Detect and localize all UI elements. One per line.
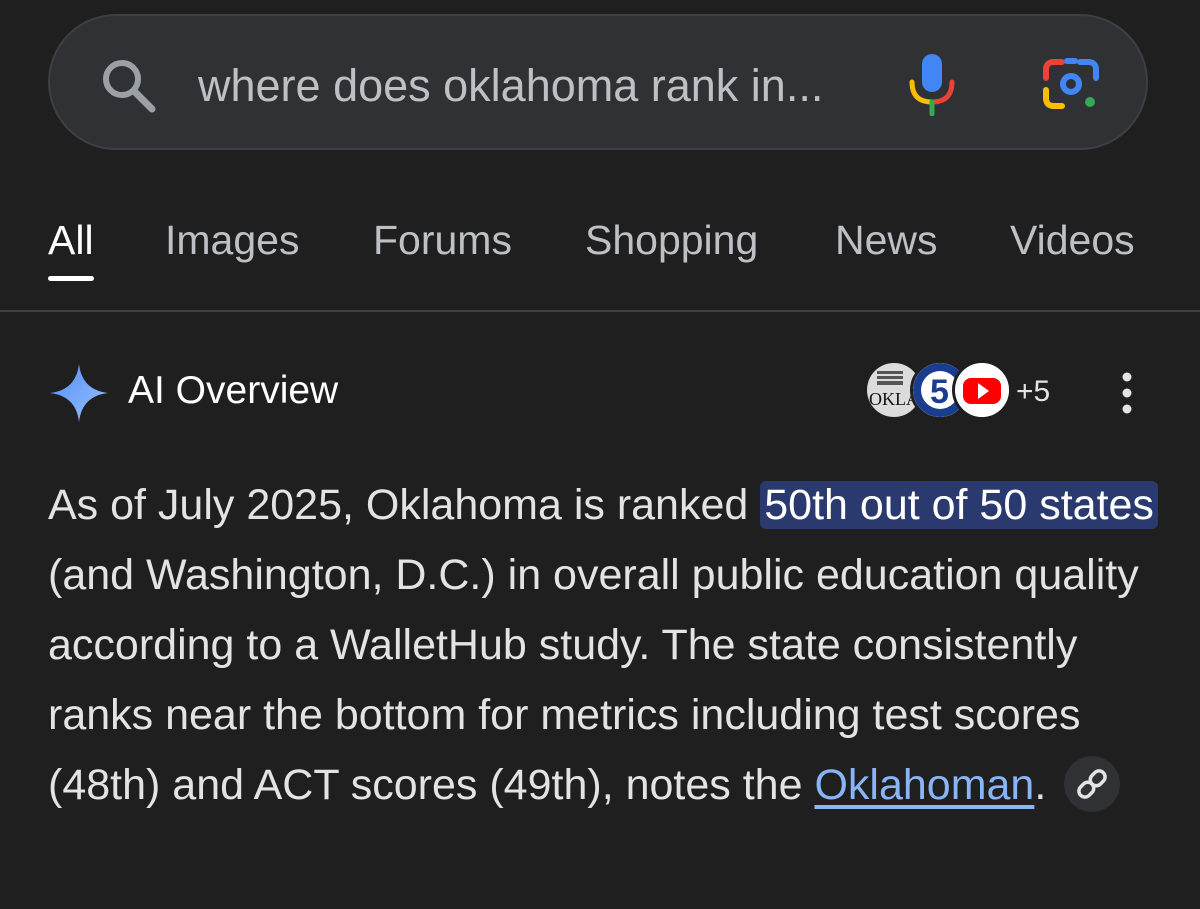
youtube-icon [955, 363, 1009, 417]
tab-news[interactable]: News [835, 214, 938, 266]
search-input[interactable]: where does oklahoma rank in... [198, 56, 823, 116]
more-options-icon[interactable] [1112, 370, 1142, 416]
svg-text:5: 5 [930, 373, 949, 411]
google-lens-icon[interactable] [1040, 56, 1102, 112]
source-avatar-youtube[interactable] [952, 360, 1012, 420]
tab-videos[interactable]: Videos [1010, 214, 1135, 266]
ai-overview-answer: As of July 2025, Oklahoma is ranked 50th… [48, 470, 1158, 820]
source-link-oklahoman[interactable]: Oklahoman [814, 761, 1034, 809]
tab-images[interactable]: Images [165, 214, 299, 266]
link-icon[interactable] [1064, 755, 1121, 812]
mic-icon[interactable] [908, 52, 956, 116]
active-tab-indicator [48, 276, 94, 281]
tab-forums[interactable]: Forums [373, 214, 512, 266]
ai-sparkle-icon [50, 364, 108, 422]
ai-overview-title: AI Overview [128, 369, 339, 412]
tab-shopping[interactable]: Shopping [585, 214, 758, 266]
source-avatars[interactable]: OKLA 5 [864, 360, 1014, 426]
tab-all[interactable]: All [48, 214, 94, 266]
search-tabs: All Images Forums Shopping News Videos [0, 200, 1200, 312]
answer-text: As of July 2025, Oklahoma is ranked [48, 481, 761, 529]
search-icon[interactable] [98, 55, 158, 115]
tabs-divider [0, 310, 1200, 312]
answer-highlight: 50th out of 50 states [760, 481, 1158, 529]
search-results-page: where does oklahoma rank in... All Image… [0, 0, 1200, 909]
more-sources-count[interactable]: +5 [1016, 374, 1050, 410]
answer-text-end: . [1034, 761, 1047, 809]
